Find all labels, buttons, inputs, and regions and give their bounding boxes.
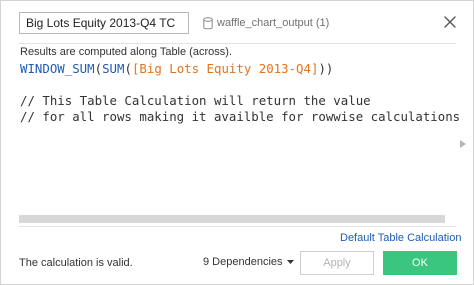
- validation-status: The calculation is valid.: [19, 257, 133, 269]
- database-icon: [203, 16, 213, 29]
- close-icon[interactable]: [441, 13, 459, 31]
- field-reference: [Big Lots Equity 2013-Q4]: [131, 61, 319, 76]
- dependencies-label: 9 Dependencies: [203, 256, 283, 268]
- paren-open-inner: (: [124, 61, 132, 76]
- formula-editor[interactable]: Results are computed along Table (across…: [19, 43, 460, 227]
- caret-down-icon: [286, 260, 294, 264]
- datasource-name: waffle_chart_output (1): [217, 17, 330, 29]
- horizontal-scrollbar[interactable]: [19, 215, 445, 223]
- dialog-header: waffle_chart_output (1): [1, 1, 473, 43]
- function-sum: SUM: [102, 61, 125, 76]
- comment-line-1: // This Table Calculation will return th…: [20, 93, 371, 108]
- datasource-label: waffle_chart_output (1): [203, 14, 329, 32]
- apply-button[interactable]: Apply: [300, 251, 374, 275]
- paren-open: (: [94, 61, 103, 76]
- compute-along-info: Results are computed along Table (across…: [20, 46, 232, 58]
- formula-code[interactable]: WINDOW_SUM(SUM([Big Lots Equity 2013-Q4]…: [20, 61, 460, 125]
- calculation-dialog: waffle_chart_output (1) Results are comp…: [0, 0, 474, 285]
- paren-close: )): [318, 61, 334, 76]
- comment-line-2: // for all rows making it availble for r…: [20, 109, 461, 124]
- function-window-sum: WINDOW_SUM: [20, 61, 95, 76]
- ok-button[interactable]: OK: [383, 251, 457, 275]
- scroll-right-arrow-icon[interactable]: [459, 139, 467, 149]
- calculation-name-input[interactable]: [19, 12, 189, 34]
- default-table-calculation-link[interactable]: Default Table Calculation: [340, 232, 461, 244]
- dependencies-dropdown[interactable]: 9 Dependencies: [203, 256, 294, 268]
